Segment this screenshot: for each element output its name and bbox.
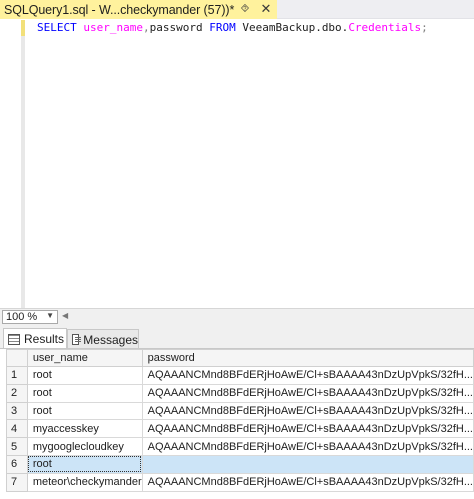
cell-password[interactable]: AQAAANCMnd8BFdERjHoAwE/Cl+sBAAAA43nDzUpV… (141, 472, 474, 492)
keyword-select: SELECT (37, 21, 77, 34)
messages-icon (72, 334, 82, 345)
table-row[interactable]: 4 myaccesskey AQAAANCMnd8BFdERjHoAwE/Cl+… (6, 419, 474, 439)
table-row[interactable]: 1 root AQAAANCMnd8BFdERjHoAwE/Cl+sBAAAA4… (6, 366, 474, 385)
identifier-user-name: user_name (83, 21, 143, 34)
table-name: Credentials (348, 21, 422, 34)
row-number[interactable]: 7 (6, 472, 28, 492)
pin-icon[interactable]: ⯑ (237, 0, 253, 19)
semicolon: ; (421, 21, 428, 34)
table-row[interactable]: 2 root AQAAANCMnd8BFdERjHoAwE/Cl+sBAAAA4… (6, 383, 474, 403)
table-row[interactable]: 3 root AQAAANCMnd8BFdERjHoAwE/Cl+sBAAAA4… (6, 401, 474, 421)
row-number[interactable]: 5 (6, 437, 28, 456)
cell-user-name[interactable]: mygooglecloudkey (26, 437, 143, 456)
grid-header-row: user_name password (6, 349, 474, 367)
keyword-from: FROM (209, 21, 236, 34)
table-prefix: VeeamBackup.dbo. (242, 21, 349, 34)
zoom-value: 100 % (6, 311, 38, 323)
document-tab-strip: SQLQuery1.sql - W...checkymander (57))* … (0, 0, 474, 19)
change-tracking-bar (21, 20, 25, 310)
grid-icon (8, 333, 20, 345)
tab-results-label: Results (24, 332, 65, 346)
code-line-1[interactable]: SELECT user_name,password FROM VeeamBack… (37, 21, 428, 35)
chevron-down-icon: ▼ (46, 311, 54, 320)
query-editor[interactable]: SELECT user_name,password FROM VeeamBack… (0, 20, 474, 310)
cell-user-name[interactable]: meteor\checkymander (26, 472, 143, 492)
tab-messages-label: Messages (83, 332, 138, 347)
cell-password[interactable]: AQAAANCMnd8BFdERjHoAwE/Cl+sBAAAA43nDzUpV… (141, 437, 474, 456)
document-tab[interactable]: SQLQuery1.sql - W...checkymander (57))* (0, 0, 277, 19)
row-number[interactable]: 6 (6, 454, 28, 474)
document-tab-title: SQLQuery1.sql - W...checkymander (57))* (4, 2, 235, 17)
row-number[interactable]: 1 (6, 366, 28, 385)
zoom-dropdown[interactable]: 100 % ▼ (2, 310, 58, 324)
column-header-user-name[interactable]: user_name (26, 349, 143, 367)
zoom-bar: 100 % ▼ ◀ (0, 308, 474, 325)
results-grid: user_name password 1 root AQAAANCMnd8BFd… (6, 349, 474, 492)
cell-password[interactable]: AQAAANCMnd8BFdERjHoAwE/Cl+sBAAAA43nDzUpV… (141, 366, 474, 385)
column-header-password[interactable]: password (141, 349, 474, 367)
table-row[interactable]: 5 mygooglecloudkey AQAAANCMnd8BFdERjHoAw… (6, 437, 474, 456)
cell-password[interactable]: AQAAANCMnd8BFdERjHoAwE/Cl+sBAAAA43nDzUpV… (141, 401, 474, 421)
row-number[interactable]: 3 (6, 401, 28, 421)
tab-messages[interactable]: Messages (67, 329, 139, 349)
cell-user-name[interactable]: root (26, 366, 143, 385)
cell-user-name[interactable]: root (26, 401, 143, 421)
row-number[interactable]: 4 (6, 419, 28, 439)
cell-password[interactable] (141, 454, 474, 474)
change-tracking-mark (21, 20, 25, 36)
identifier-password: password (149, 21, 203, 34)
results-tab-strip: Results Messages (0, 325, 474, 349)
cell-password[interactable]: AQAAANCMnd8BFdERjHoAwE/Cl+sBAAAA43nDzUpV… (141, 383, 474, 403)
comma-operator: , (142, 21, 150, 34)
cell-user-name[interactable]: myaccesskey (26, 419, 143, 439)
tab-results[interactable]: Results (3, 328, 67, 349)
row-number[interactable]: 2 (6, 383, 28, 403)
cell-user-name[interactable]: root (26, 454, 143, 474)
table-row-selected[interactable]: 6 root (6, 454, 474, 474)
cell-password[interactable]: AQAAANCMnd8BFdERjHoAwE/Cl+sBAAAA43nDzUpV… (141, 419, 474, 439)
close-icon[interactable]: ✕ (258, 0, 274, 19)
results-grid-area: user_name password 1 root AQAAANCMnd8BFd… (0, 348, 474, 499)
editor-horizontal-scrollbar[interactable]: ◀ (62, 311, 472, 323)
grid-corner[interactable] (6, 349, 28, 367)
scroll-left-icon[interactable]: ◀ (62, 311, 68, 320)
cell-user-name[interactable]: root (26, 383, 143, 403)
table-row[interactable]: 7 meteor\checkymander AQAAANCMnd8BFdERjH… (6, 472, 474, 492)
